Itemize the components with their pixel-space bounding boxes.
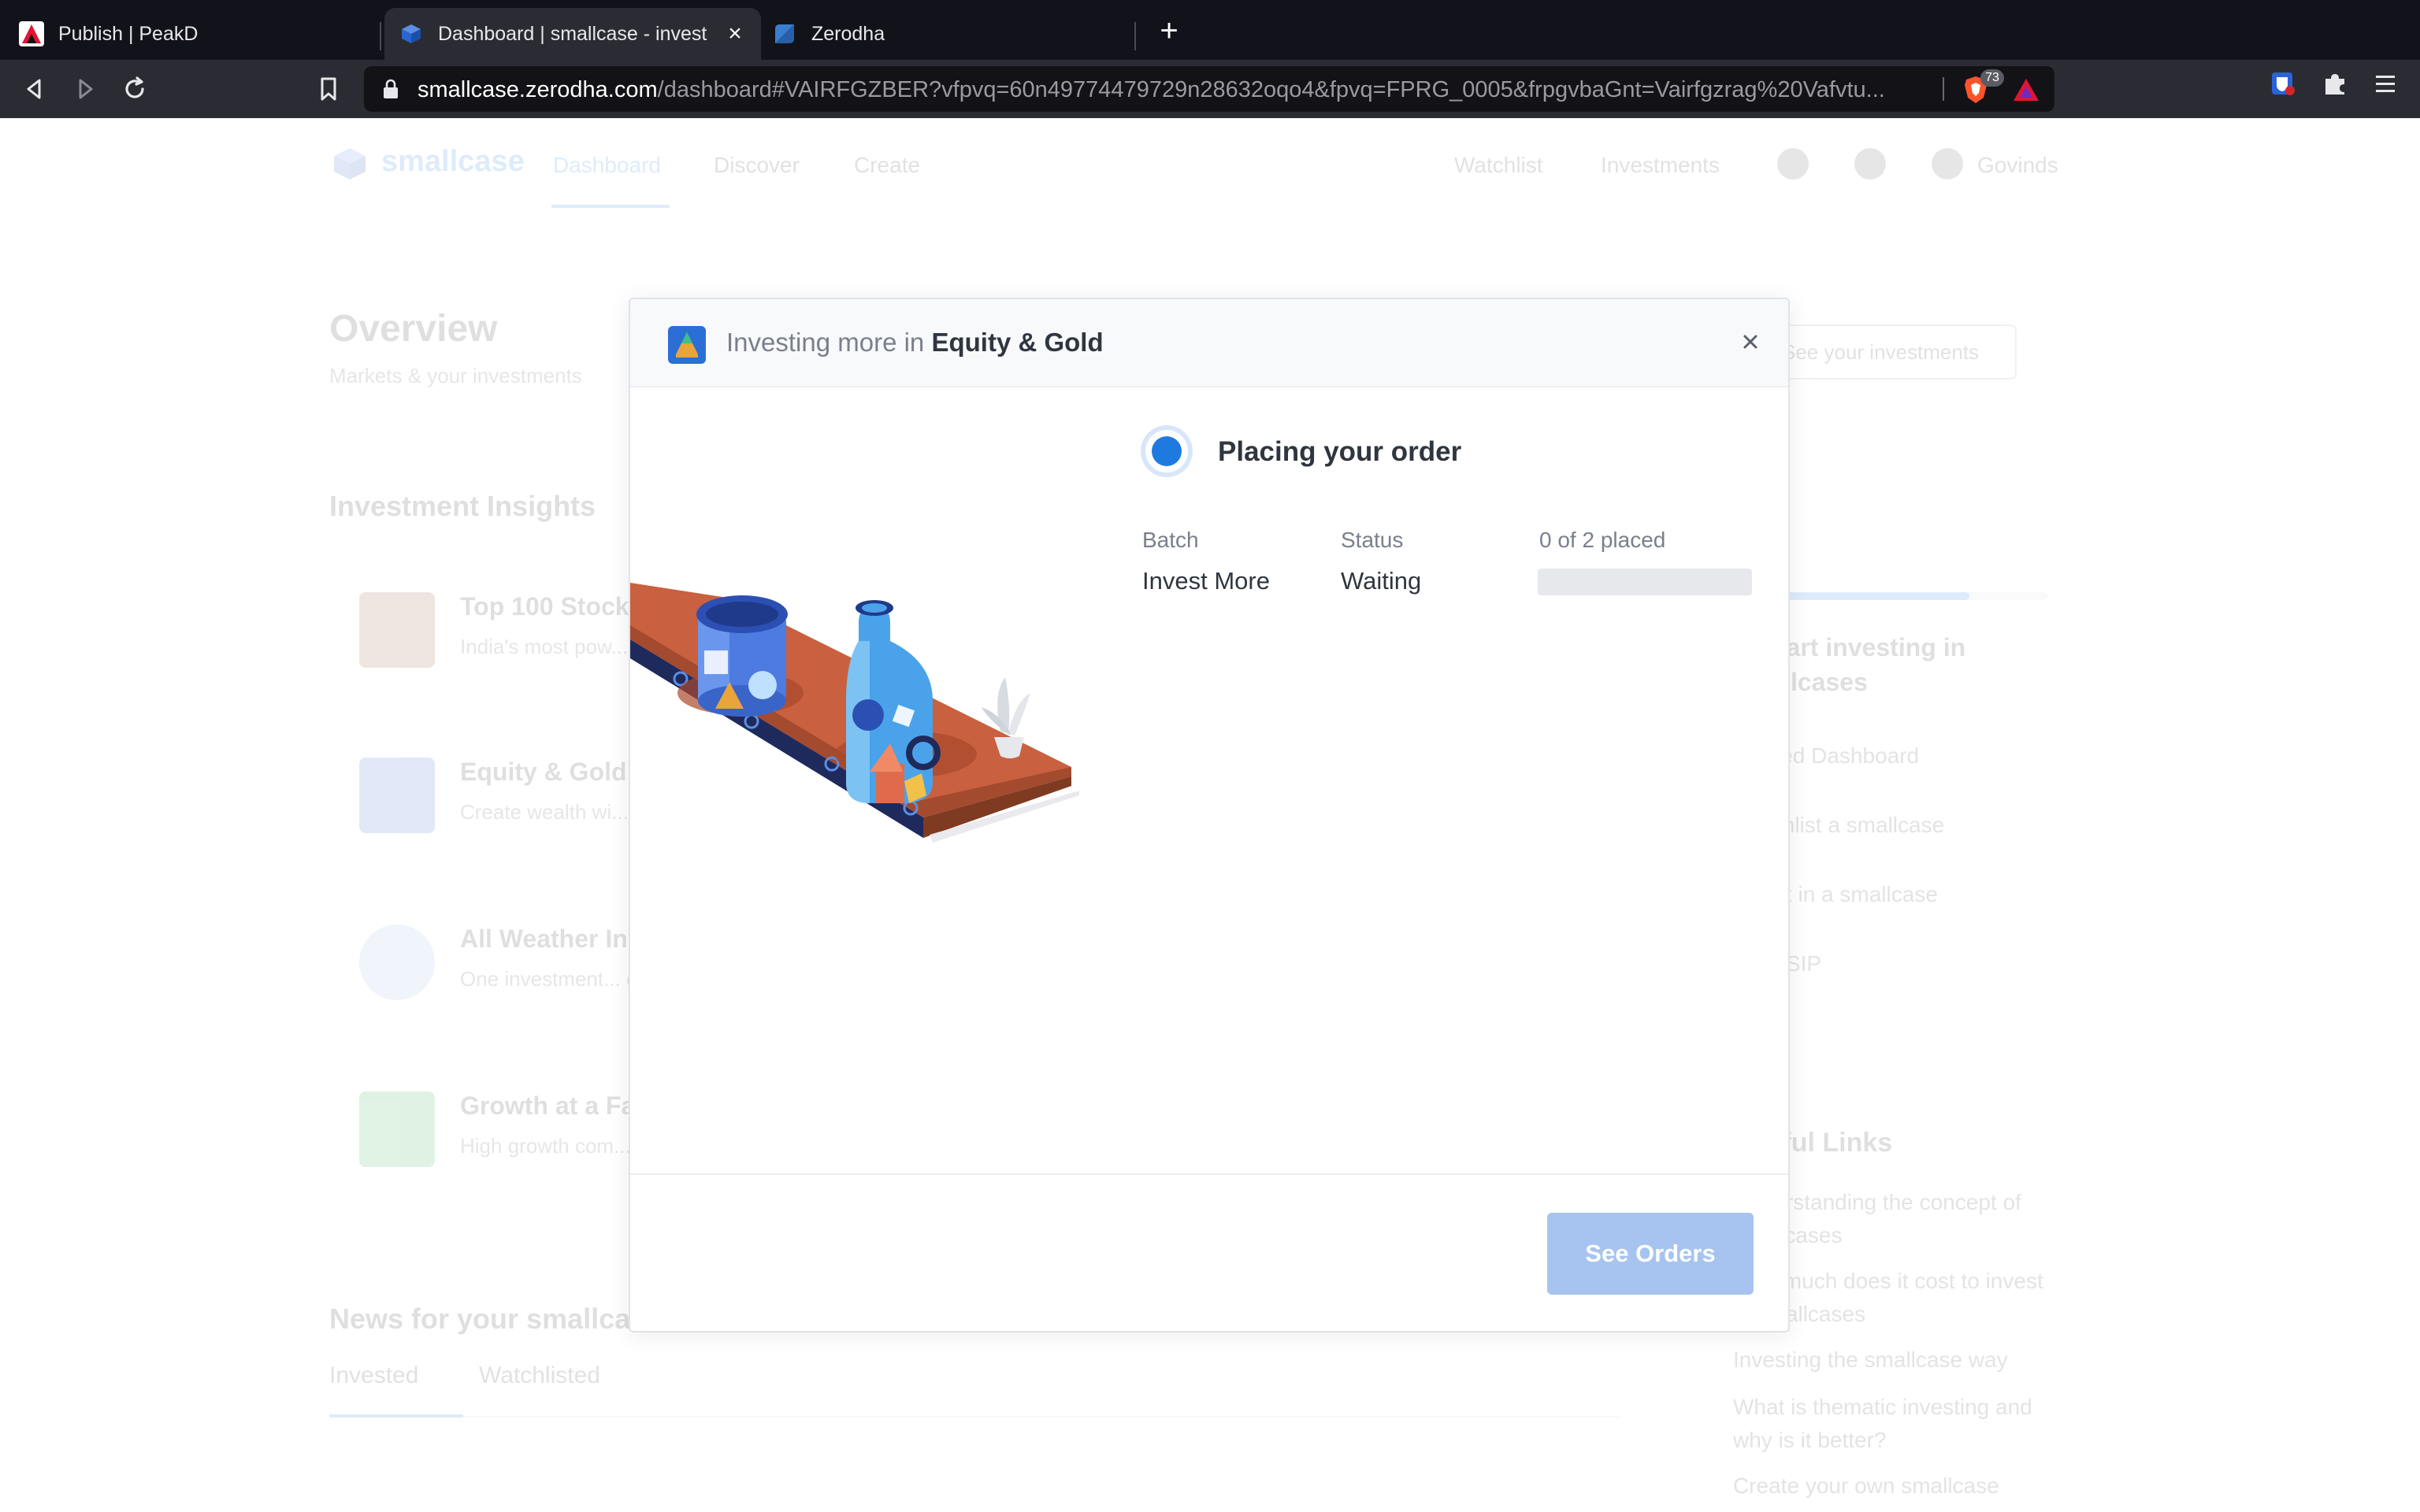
tab-title: Zerodha [811, 22, 885, 45]
url-path: /dashboard#VAIRFGZBER?vfpvq=60n497744797… [657, 77, 1885, 102]
url-text: smallcase.zerodha.com/dashboard#VAIRFGZB… [418, 77, 1914, 103]
lock-icon [384, 79, 398, 98]
insights-title: Investment Insights [329, 490, 596, 522]
status-heading: Placing your order [1218, 436, 1462, 467]
conveyor-illustration [630, 583, 1079, 843]
forward-arrow-icon[interactable] [71, 74, 101, 104]
order-progress-bar [1538, 569, 1752, 595]
news-tab-active-underline [329, 1414, 463, 1418]
help-icon[interactable] [1854, 148, 1886, 180]
equity-gold-icon [668, 326, 706, 364]
zerodha-favicon-icon [775, 24, 794, 43]
nav-investments[interactable]: Investments [1601, 153, 1720, 178]
back-arrow-icon[interactable] [19, 74, 49, 104]
batch-label: Batch [1142, 528, 1199, 552]
status-label: Status [1341, 528, 1404, 552]
smallcase-logo-icon [334, 148, 366, 180]
tab-peakd[interactable]: Publish | PeakD [11, 8, 373, 60]
nav-active-underline [551, 205, 670, 208]
brand-name: smallcase [381, 145, 525, 178]
modal-title-smallcase: Equity & Gold [931, 328, 1104, 357]
bookmark-icon[interactable] [314, 74, 343, 104]
nav-dashboard[interactable]: Dashboard [553, 153, 661, 178]
insight-name: Equity & Gold [460, 758, 627, 786]
smallcase-favicon-icon [402, 24, 421, 43]
avatar[interactable] [1932, 148, 1963, 180]
insight-thumbnail [359, 758, 435, 833]
insight-thumbnail [359, 592, 435, 668]
placed-count-label: 0 of 2 placed [1539, 528, 1666, 552]
tab-close-icon[interactable]: × [722, 20, 748, 47]
status-value: Waiting [1341, 567, 1422, 595]
insight-name: All Weather In [460, 925, 628, 953]
modal-header: Investing more in Equity & Gold [630, 299, 1788, 387]
brave-rewards-icon[interactable] [2010, 74, 2042, 106]
modal-title: Investing more in Equity & Gold [726, 328, 1104, 358]
useful-link[interactable]: What is thematic investing and why is it… [1733, 1391, 2064, 1457]
insight-thumbnail [359, 1091, 435, 1167]
extensions-puzzle-icon[interactable] [2321, 69, 2349, 98]
address-bar[interactable]: smallcase.zerodha.com/dashboard#VAIRFGZB… [364, 66, 2054, 112]
modal-title-prefix: Investing more in [726, 328, 925, 357]
batch-value: Invest More [1142, 567, 1270, 595]
url-host: smallcase.zerodha.com [418, 77, 658, 102]
url-divider [1943, 77, 1944, 101]
tab-title: Publish | PeakD [58, 22, 199, 45]
overview-subtitle: Markets & your investments [329, 364, 582, 387]
extension-shield-icon[interactable] [2269, 69, 2297, 98]
useful-link[interactable]: Create your own smallcase [1733, 1469, 2064, 1503]
reload-icon[interactable] [120, 74, 150, 104]
useful-link[interactable]: Investing the smallcase way [1733, 1343, 2064, 1377]
notification-bell-icon[interactable] [1777, 148, 1809, 180]
user-name[interactable]: Govinds [1977, 153, 2058, 178]
tab-title: Dashboard | smallcase - invest [438, 22, 707, 45]
insight-name: Growth at a Fa [460, 1091, 636, 1120]
menu-hamburger-icon[interactable] [2371, 69, 2400, 98]
insight-name: Top 100 Stock [460, 592, 629, 621]
nav-create[interactable]: Create [854, 153, 920, 178]
browser-tab-strip: Publish | PeakD Dashboard | smallcase - … [0, 0, 2420, 60]
modal-footer-divider [630, 1173, 1788, 1175]
news-title: News for your smallca [329, 1303, 631, 1335]
tab-separator [1134, 22, 1136, 50]
tab-smallcase-dashboard[interactable]: Dashboard | smallcase - invest × [384, 8, 761, 60]
tab-zerodha[interactable]: Zerodha [769, 8, 1131, 60]
close-icon[interactable] [1736, 328, 1765, 356]
new-tab-plus-icon[interactable]: + [1155, 15, 1183, 46]
tab-separator [380, 22, 381, 50]
browser-toolbar: smallcase.zerodha.com/dashboard#VAIRFGZB… [0, 60, 2420, 118]
progress-radio-icon [1141, 425, 1193, 477]
news-tab-divider [329, 1416, 1621, 1418]
see-orders-button[interactable]: See Orders [1547, 1213, 1754, 1295]
order-modal: Investing more in Equity & Gold Placing … [629, 298, 1790, 1332]
nav-discover[interactable]: Discover [714, 153, 800, 178]
overview-title: Overview [329, 308, 498, 350]
shield-count-badge: 73 [1980, 69, 2004, 87]
nav-watchlist[interactable]: Watchlist [1454, 153, 1543, 178]
news-tab-invested[interactable]: Invested [329, 1362, 418, 1389]
news-tab-watchlisted[interactable]: Watchlisted [479, 1362, 600, 1389]
insight-thumbnail [359, 925, 435, 1000]
peakd-favicon-icon [19, 21, 44, 46]
